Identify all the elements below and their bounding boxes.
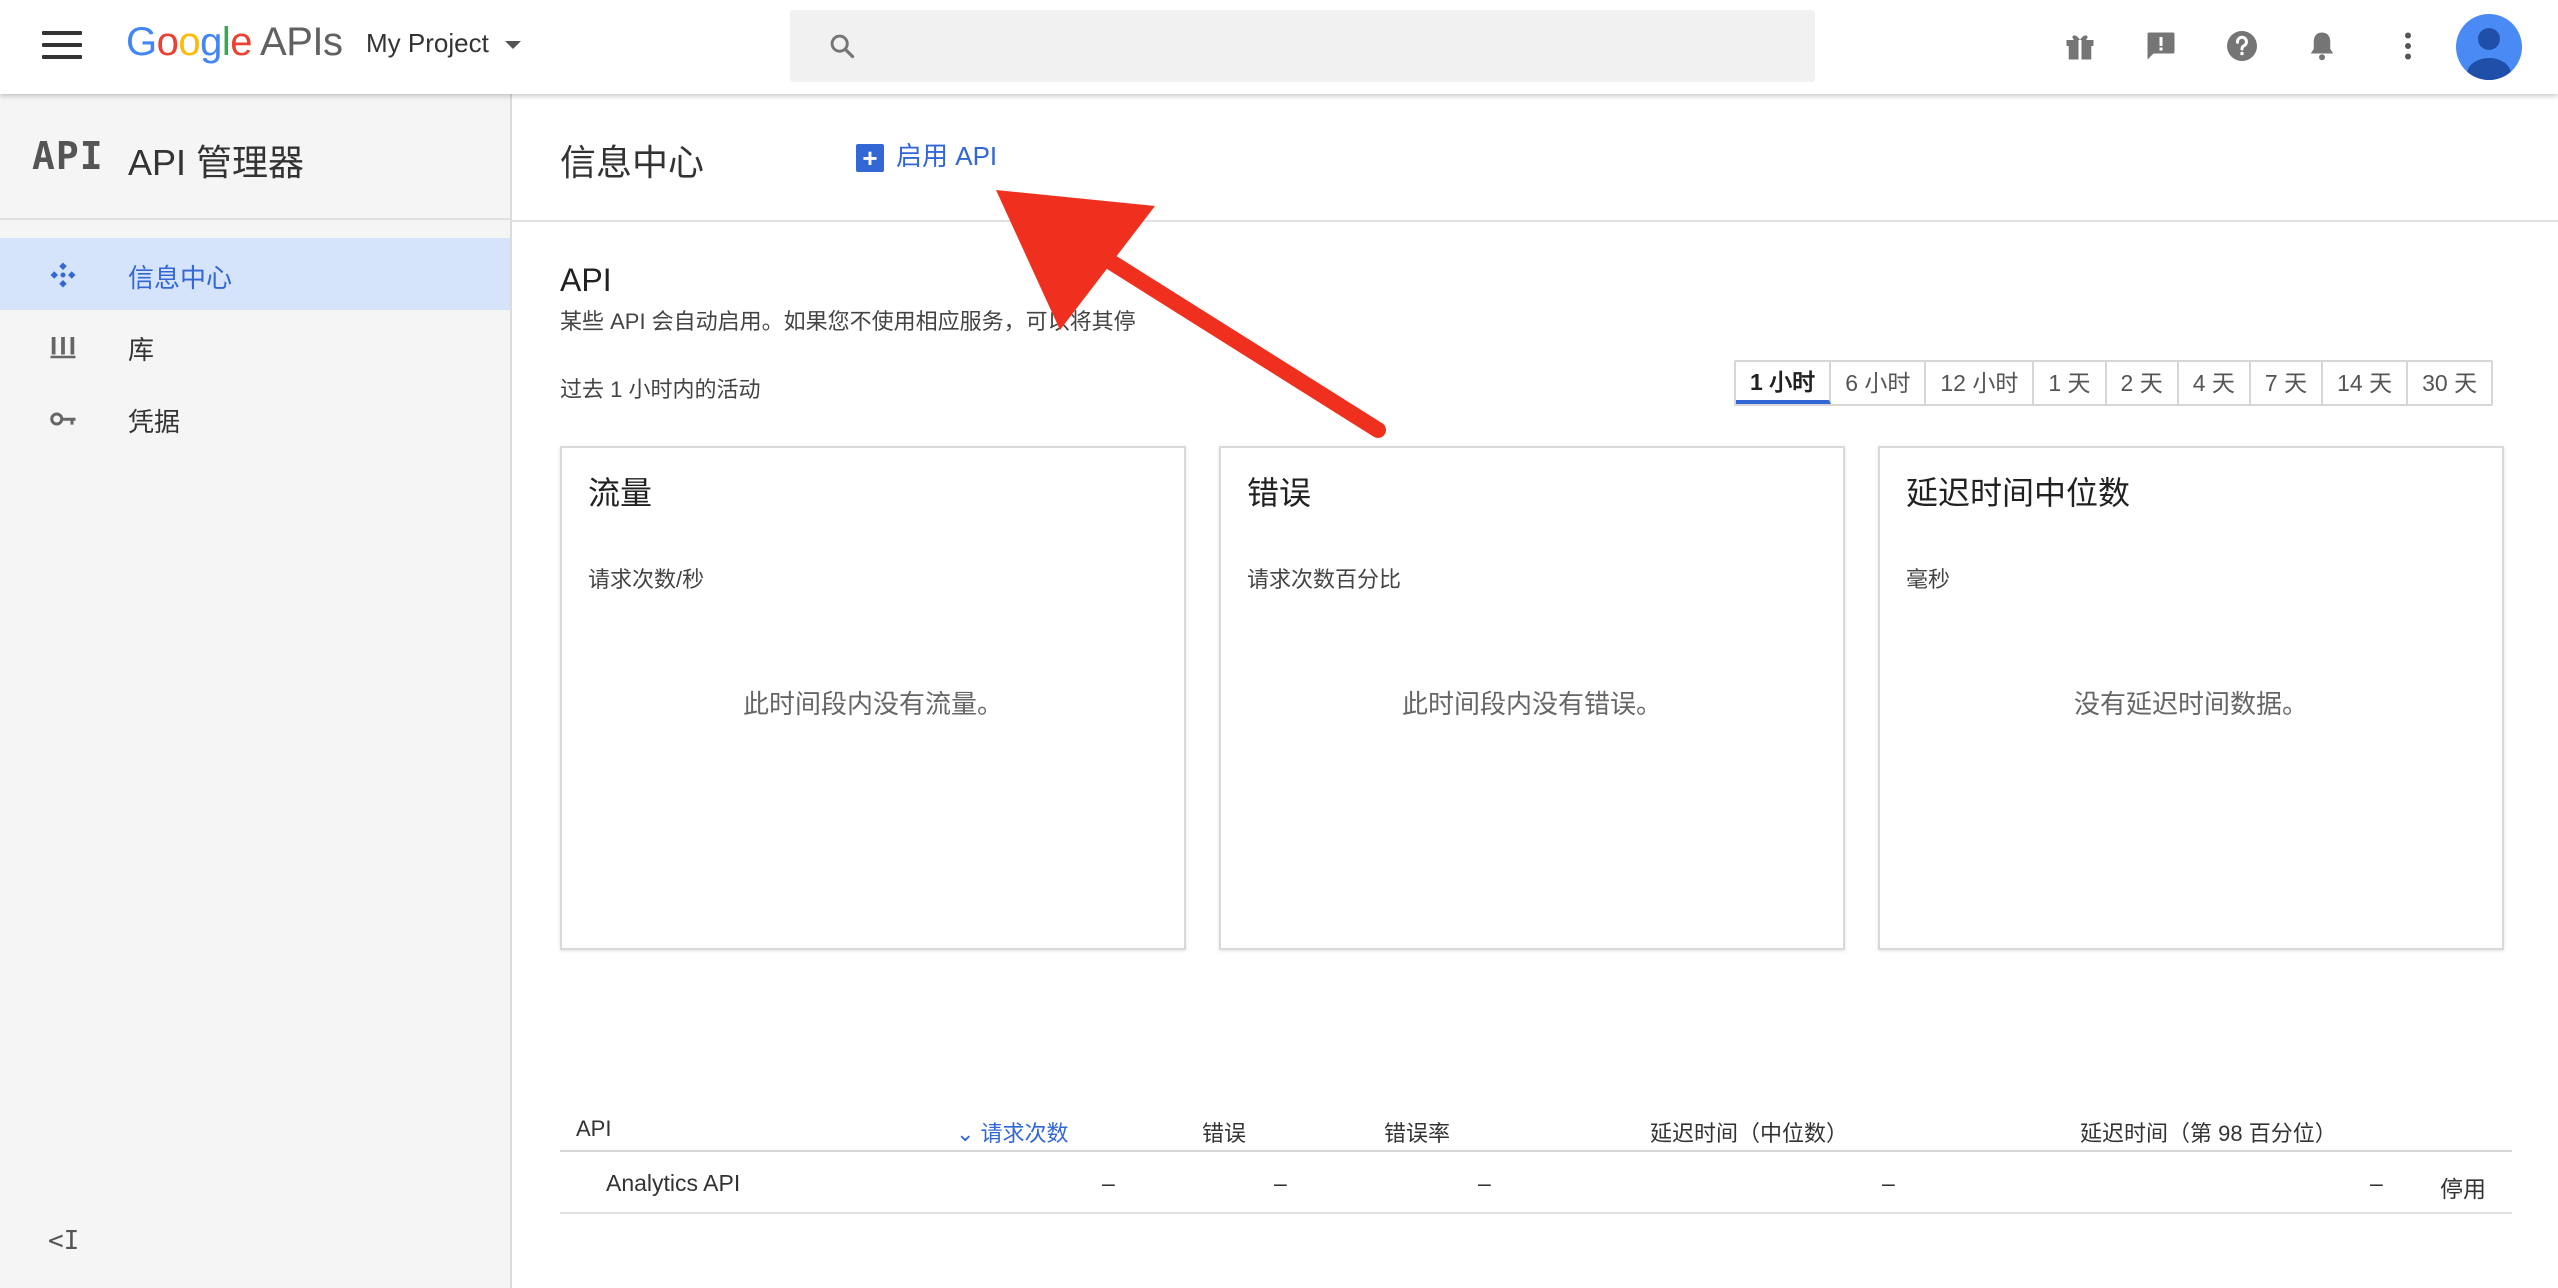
col-latency-98[interactable]: 延迟时间（第 98 百分位） [2080, 1116, 2337, 1148]
sidebar-item-credentials[interactable]: 凭据 [0, 382, 510, 454]
card-subtitle: 毫秒 [1906, 567, 1951, 592]
time-range-12h[interactable]: 12 小时 [1926, 362, 2035, 404]
traffic-card: 流量 请求次数/秒 此时间段内没有流量。 [560, 446, 1186, 950]
api-badge: API [32, 134, 104, 178]
dashboard-icon [50, 262, 76, 288]
card-title: 流量 [588, 475, 653, 511]
card-title: 错误 [1247, 475, 1312, 511]
row-latency-98: – [2370, 1170, 2383, 1196]
search-icon [830, 34, 855, 59]
account-avatar[interactable] [2456, 14, 2522, 80]
chevron-down-icon [504, 41, 521, 50]
card-empty-message: 此时间段内没有错误。 [1401, 689, 1662, 719]
row-requests: – [1102, 1170, 1115, 1196]
card-subtitle: 请求次数/秒 [588, 567, 705, 592]
api-table: API ⌄ 请求次数 错误 错误率 延迟时间（中位数） 延迟时间（第 98 百分… [560, 1106, 2512, 1214]
section-subtitle: 某些 API 会自动启用。如果您不使用相应服务，可以将其停 [560, 309, 1136, 334]
account-icon [2467, 28, 2511, 80]
main-content: 信息中心 + 启用 API API 某些 API 会自动启用。如果您不使用相应服务… [512, 94, 2558, 1288]
time-range-14d[interactable]: 14 天 [2323, 362, 2409, 404]
logo-apis-text: APIs [260, 20, 343, 64]
google-apis-logo[interactable]: Google APIs [126, 20, 343, 65]
menu-icon[interactable] [42, 31, 82, 63]
more-vert-icon[interactable] [2390, 28, 2426, 64]
time-range-1d[interactable]: 1 天 [2034, 362, 2107, 404]
collapse-sidebar-button[interactable]: <I [48, 1226, 79, 1256]
section-title: API [560, 262, 612, 298]
time-range-selector: 1 小时 6 小时 12 小时 1 天 2 天 4 天 7 天 14 天 30 … [1734, 360, 2494, 406]
row-errors: – [1274, 1170, 1287, 1196]
sidebar-item-label: 信息中心 [128, 263, 233, 293]
sidebar-item-label: 凭据 [128, 407, 181, 437]
gift-icon[interactable] [2062, 28, 2098, 64]
time-range-4d[interactable]: 4 天 [2178, 362, 2251, 404]
card-empty-message: 此时间段内没有流量。 [742, 689, 1003, 719]
page-header: 信息中心 + 启用 API [512, 94, 2558, 222]
notifications-icon[interactable] [2304, 28, 2340, 64]
col-api[interactable]: API [576, 1116, 611, 1142]
row-latency-median: – [1882, 1170, 1895, 1196]
card-title: 延迟时间中位数 [1906, 475, 2131, 511]
latency-card: 延迟时间中位数 毫秒 没有延迟时间数据。 [1878, 446, 2504, 950]
row-error-rate: – [1478, 1170, 1491, 1196]
row-api-name[interactable]: Analytics API [606, 1170, 740, 1197]
key-icon [50, 412, 76, 426]
project-name: My Project [366, 28, 489, 58]
page-title: 信息中心 [560, 142, 705, 183]
search-bar[interactable] [790, 10, 1815, 82]
col-requests-sort[interactable]: ⌄ 请求次数 [956, 1116, 1069, 1148]
library-icon [50, 337, 76, 359]
table-row[interactable]: Analytics API – – – – – 停用 [560, 1152, 2512, 1214]
sidebar-item-label: 库 [128, 335, 155, 365]
errors-card: 错误 请求次数百分比 此时间段内没有错误。 [1219, 446, 1845, 950]
time-range-7d[interactable]: 7 天 [2250, 362, 2324, 404]
time-range-2d[interactable]: 2 天 [2106, 362, 2179, 404]
enable-api-label: 启用 API [896, 141, 998, 171]
sidebar-header: API API 管理器 [0, 94, 510, 220]
sidebar-title: API 管理器 [128, 142, 305, 183]
help-icon[interactable] [2224, 28, 2260, 64]
time-range-1h[interactable]: 1 小时 [1736, 362, 1832, 404]
col-latency-median[interactable]: 延迟时间（中位数） [1650, 1116, 1848, 1148]
feedback-icon[interactable] [2143, 28, 2179, 64]
col-error-rate[interactable]: 错误率 [1384, 1116, 1450, 1148]
sidebar: API API 管理器 信息中心 库 凭据 <I [0, 94, 512, 1288]
sort-down-icon: ⌄ [956, 1121, 981, 1146]
activity-label: 过去 1 小时内的活动 [560, 377, 761, 402]
top-app-bar: Google APIs My Project [0, 0, 2558, 94]
sidebar-item-library[interactable]: 库 [0, 310, 510, 382]
table-header: API ⌄ 请求次数 错误 错误率 延迟时间（中位数） 延迟时间（第 98 百分… [560, 1106, 2512, 1152]
card-empty-message: 没有延迟时间数据。 [2073, 689, 2308, 719]
col-errors[interactable]: 错误 [1202, 1116, 1246, 1148]
time-range-30d[interactable]: 30 天 [2408, 362, 2492, 404]
enable-api-button[interactable]: + 启用 API [856, 136, 997, 173]
time-range-6h[interactable]: 6 小时 [1831, 362, 1927, 404]
search-input[interactable] [880, 24, 1780, 68]
card-subtitle: 请求次数百分比 [1247, 567, 1402, 592]
disable-api-button[interactable]: 停用 [2440, 1170, 2486, 1204]
sidebar-item-dashboard[interactable]: 信息中心 [0, 238, 510, 310]
col-requests-label: 请求次数 [980, 1121, 1069, 1146]
project-selector[interactable]: My Project [366, 28, 521, 59]
add-icon: + [856, 144, 884, 173]
